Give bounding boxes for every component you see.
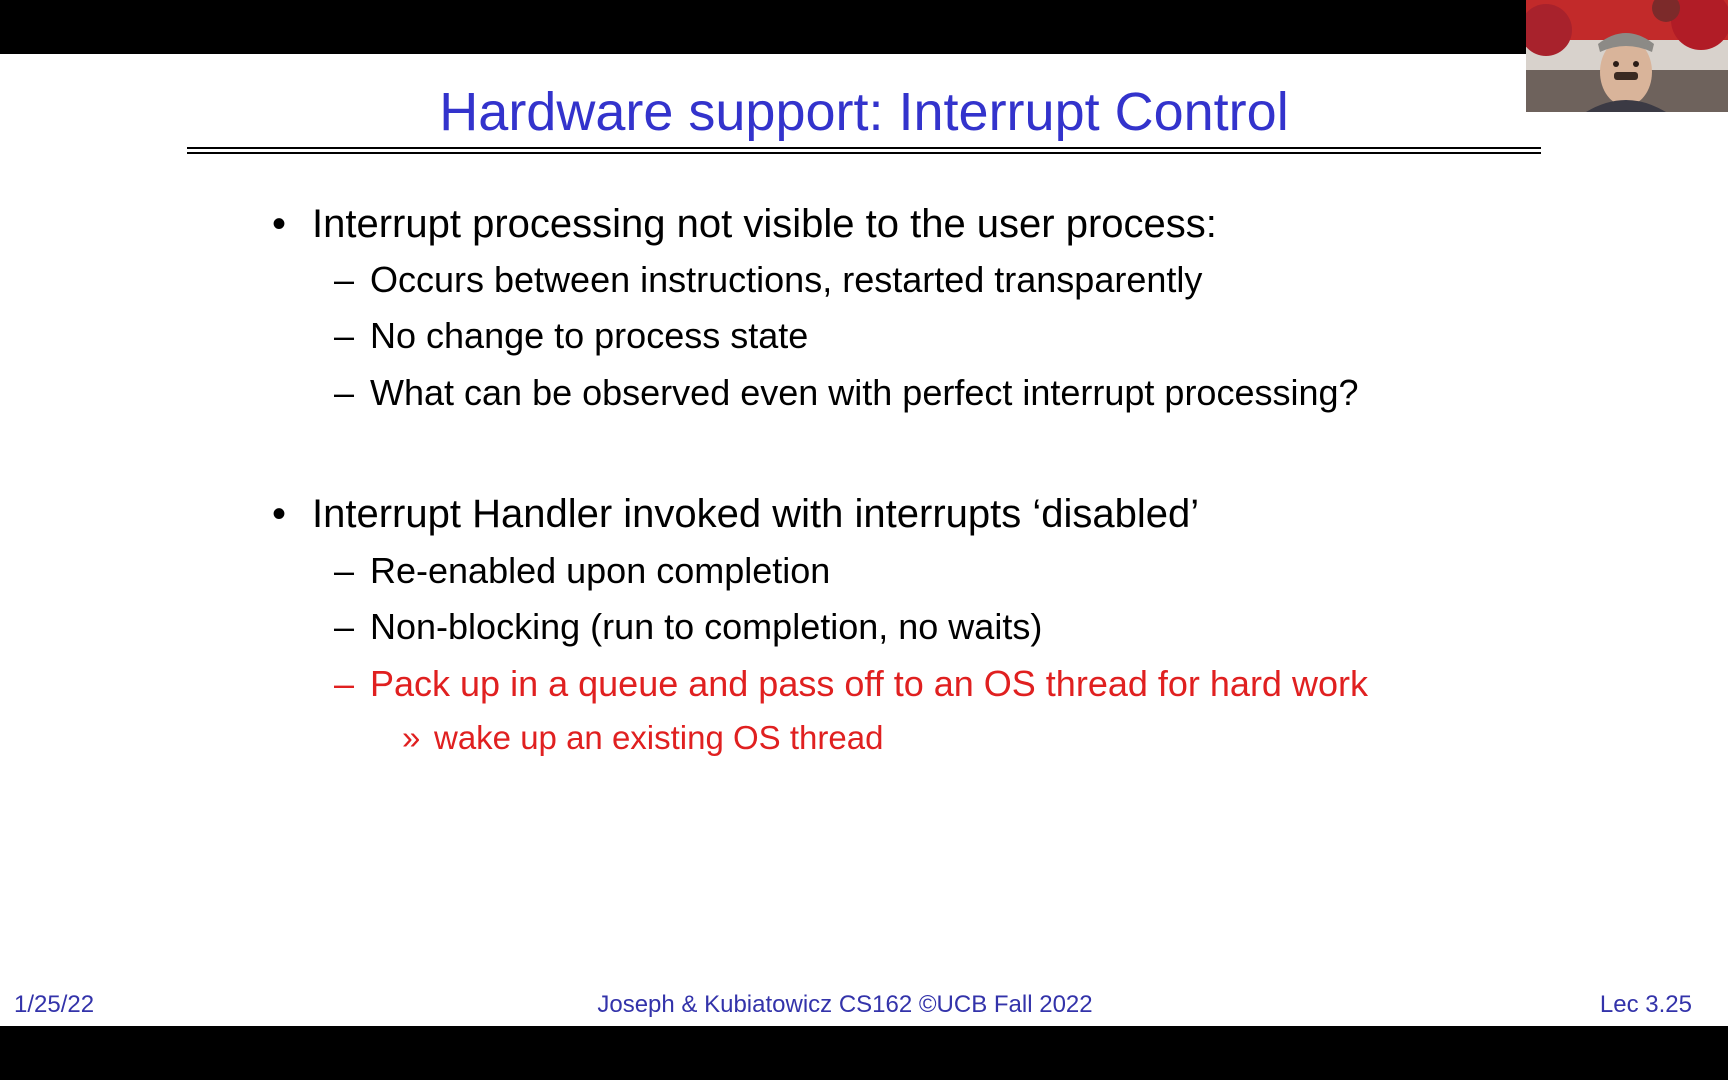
bullet-text: Interrupt Handler invoked with interrupt…	[312, 492, 1200, 536]
sub-sub-bullet-text: wake up an existing OS thread	[434, 719, 884, 756]
sub-bullet-item: – Non-blocking (run to completion, no wai…	[334, 605, 1042, 649]
sub-bullet-item: – No change to process state	[334, 314, 808, 358]
bullet-text: Interrupt processing not visible to the …	[312, 202, 1217, 246]
presenter-video-graphic	[1526, 0, 1728, 112]
sub-bullet-item: – What can be observed even with perfect …	[334, 371, 1359, 415]
sub-bullet-marker: –	[334, 606, 355, 647]
sub-bullet-marker: –	[334, 372, 355, 413]
sub-bullet-text: No change to process state	[370, 315, 809, 356]
bullet-item: • Interrupt Handler invoked with interrup…	[272, 490, 1199, 538]
bullet-list: • Interrupt processing not visible to the…	[0, 54, 1728, 1026]
footer-slide-number: Lec 3.25	[1599, 991, 1692, 1018]
bullet-item: • Interrupt processing not visible to the…	[272, 200, 1217, 248]
presentation-slide: Hardware support: Interrupt Control • Int…	[0, 54, 1728, 1026]
sub-sub-bullet-marker: »	[402, 719, 421, 756]
sub-bullet-marker: –	[334, 550, 355, 591]
sub-bullet-text: Pack up in a queue and pass off to an OS…	[370, 663, 1368, 704]
video-viewport: Hardware support: Interrupt Control • Int…	[0, 0, 1728, 1080]
bullet-marker: •	[272, 202, 287, 246]
bullet-marker: •	[272, 492, 287, 536]
sub-bullet-marker: –	[334, 259, 355, 300]
sub-bullet-marker: –	[334, 663, 355, 704]
sub-bullet-text: Re-enabled upon completion	[370, 550, 831, 591]
footer-course: Joseph & Kubiatowicz CS162 ©UCB Fall 202…	[597, 991, 1093, 1018]
letterbox-top	[0, 0, 1728, 54]
presenter-video-icon	[1526, 0, 1728, 112]
sub-bullet-item: – Re-enabled upon completion	[334, 549, 830, 593]
letterbox-bottom	[0, 1026, 1728, 1080]
sub-bullet-item-highlight: – Pack up in a queue and pass off to an O…	[334, 662, 1368, 706]
sub-bullet-text: Non-blocking (run to completion, no wait…	[370, 606, 1043, 647]
sub-sub-bullet-item-highlight: » wake up an existing OS thread	[402, 718, 883, 758]
sub-bullet-marker: –	[334, 315, 355, 356]
sub-bullet-text: Occurs between instructions, restarted t…	[370, 259, 1203, 300]
sub-bullet-item: – Occurs between instructions, restarted …	[334, 258, 1202, 302]
sub-bullet-text: What can be observed even with perfect i…	[370, 372, 1359, 413]
